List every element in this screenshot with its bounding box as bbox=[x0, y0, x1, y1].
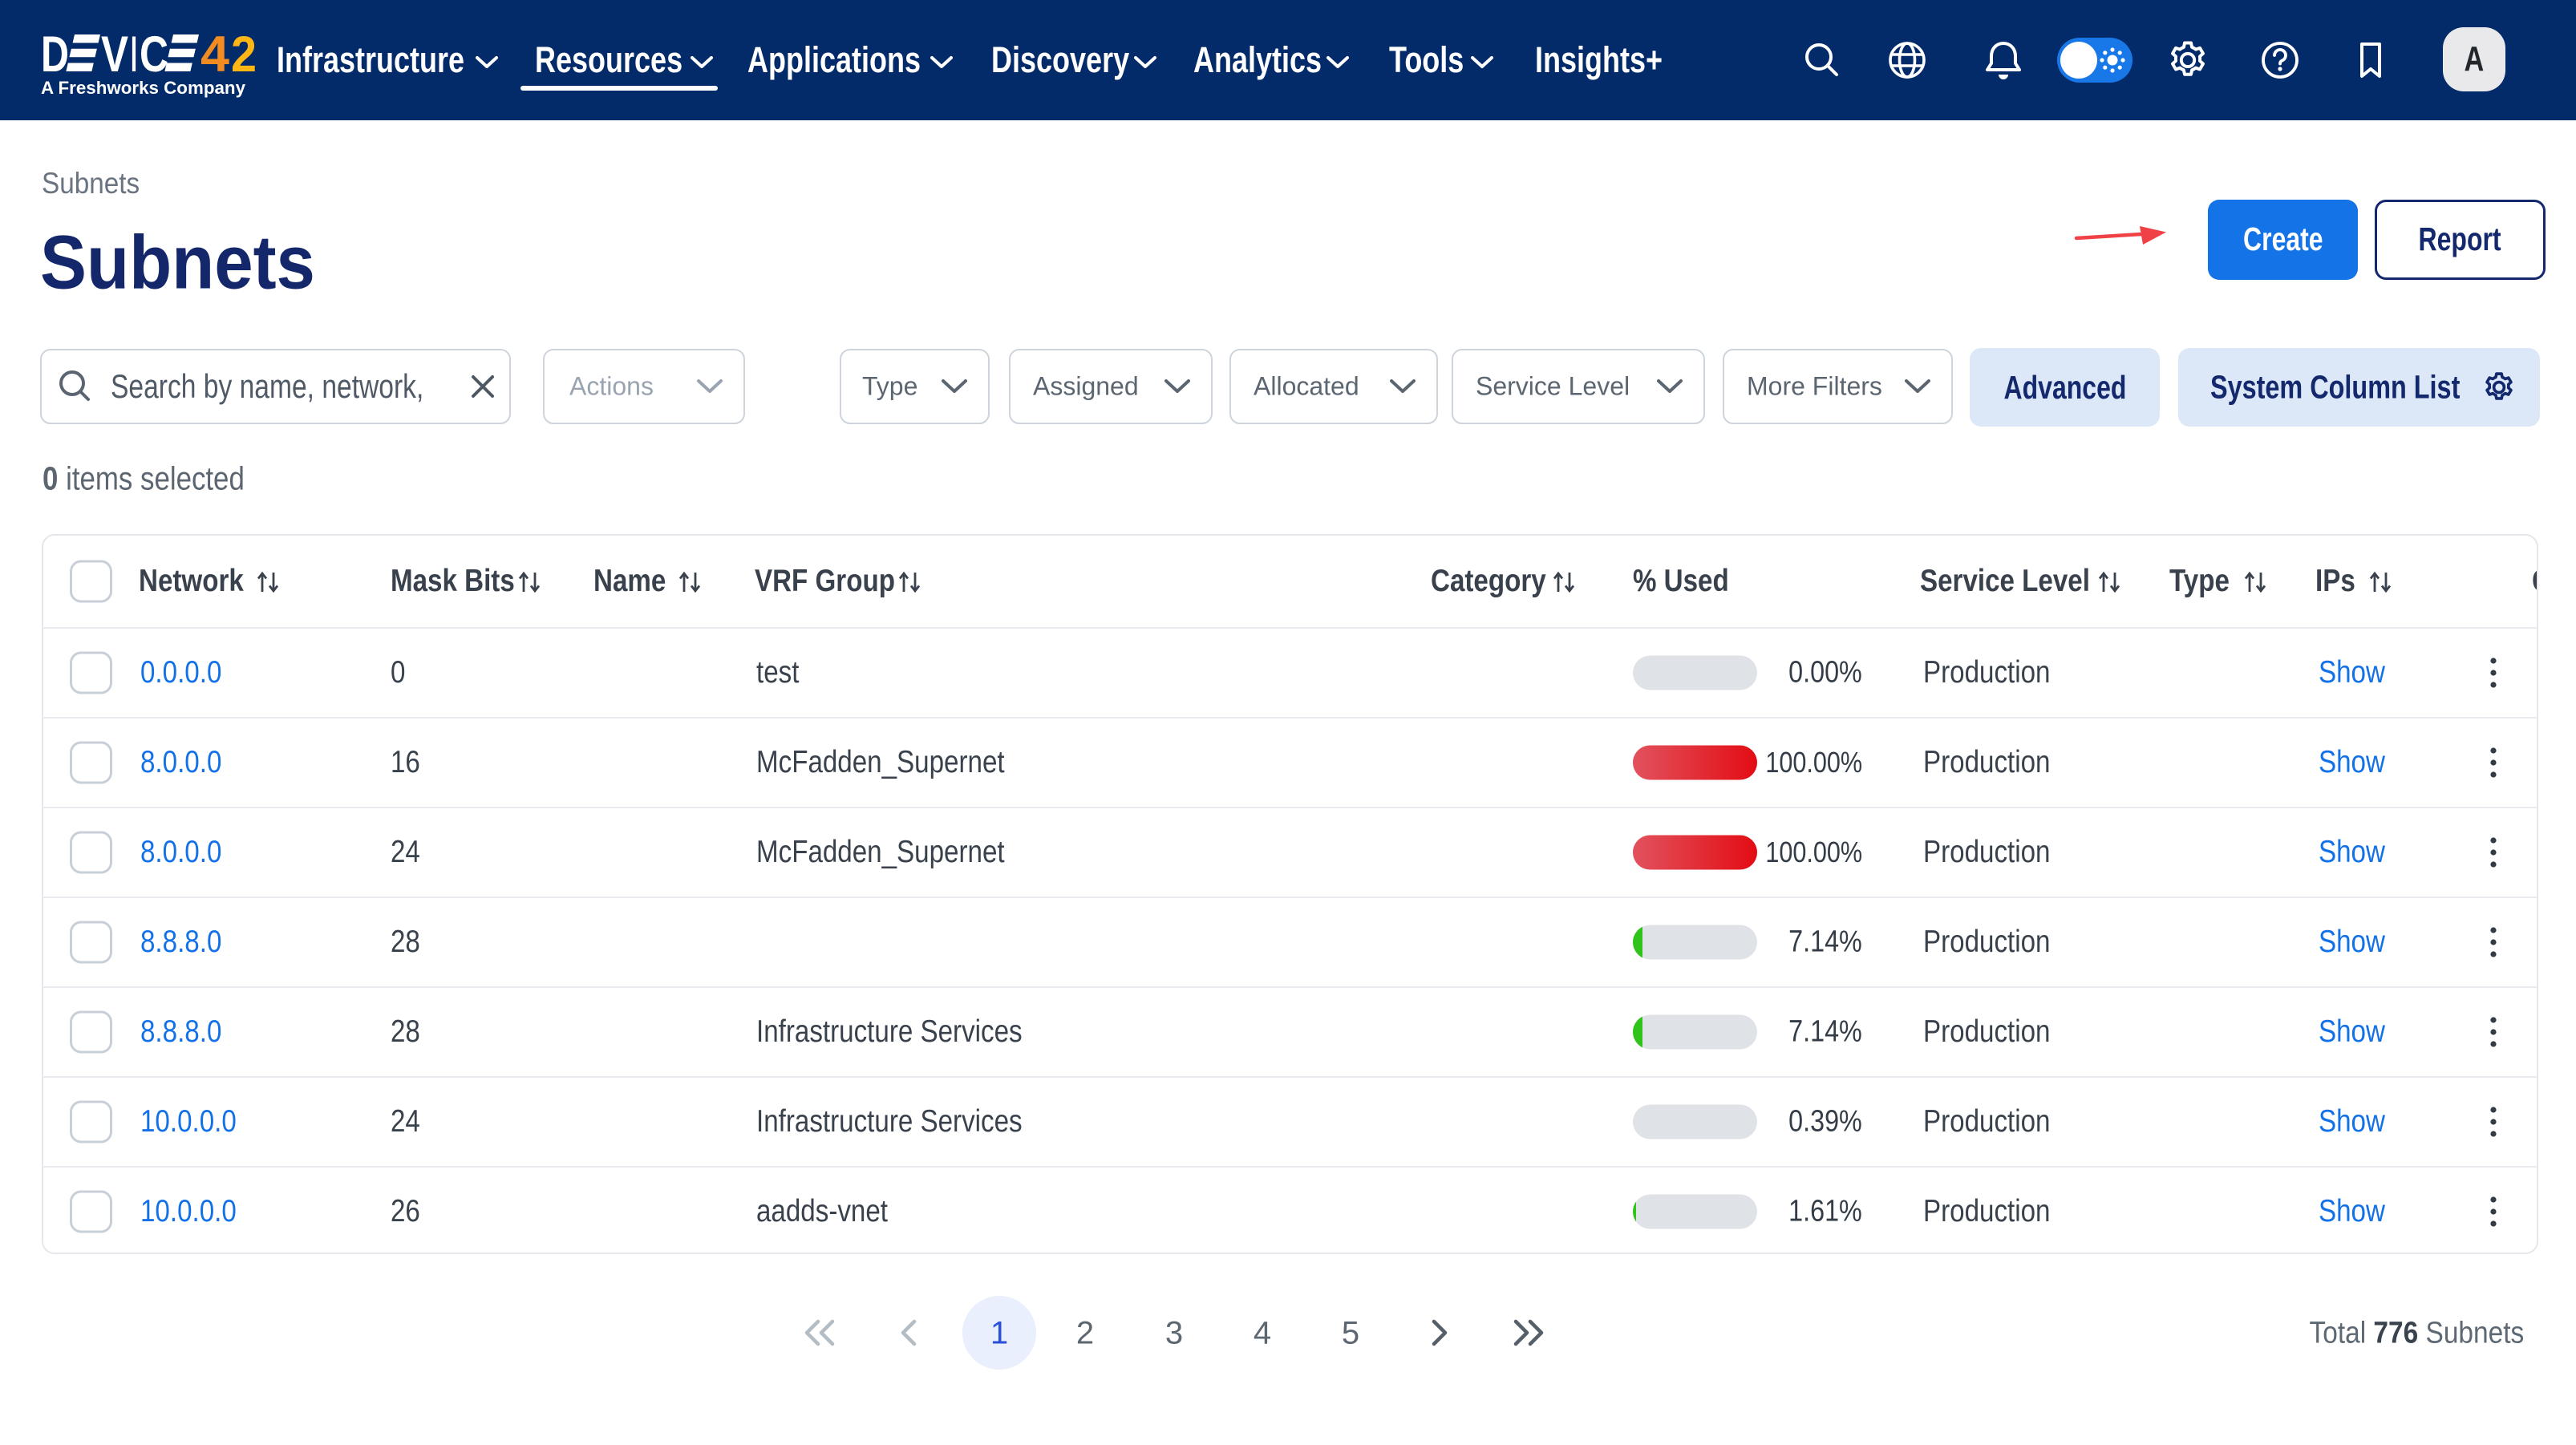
svg-text:V: V bbox=[101, 26, 128, 83]
svg-text:4: 4 bbox=[200, 26, 229, 83]
svg-text:I: I bbox=[131, 26, 137, 83]
svg-text:D: D bbox=[41, 26, 69, 83]
svg-text:A Freshworks Company: A Freshworks Company bbox=[41, 78, 246, 98]
svg-text:C: C bbox=[140, 26, 168, 83]
svg-text:2: 2 bbox=[231, 26, 257, 83]
